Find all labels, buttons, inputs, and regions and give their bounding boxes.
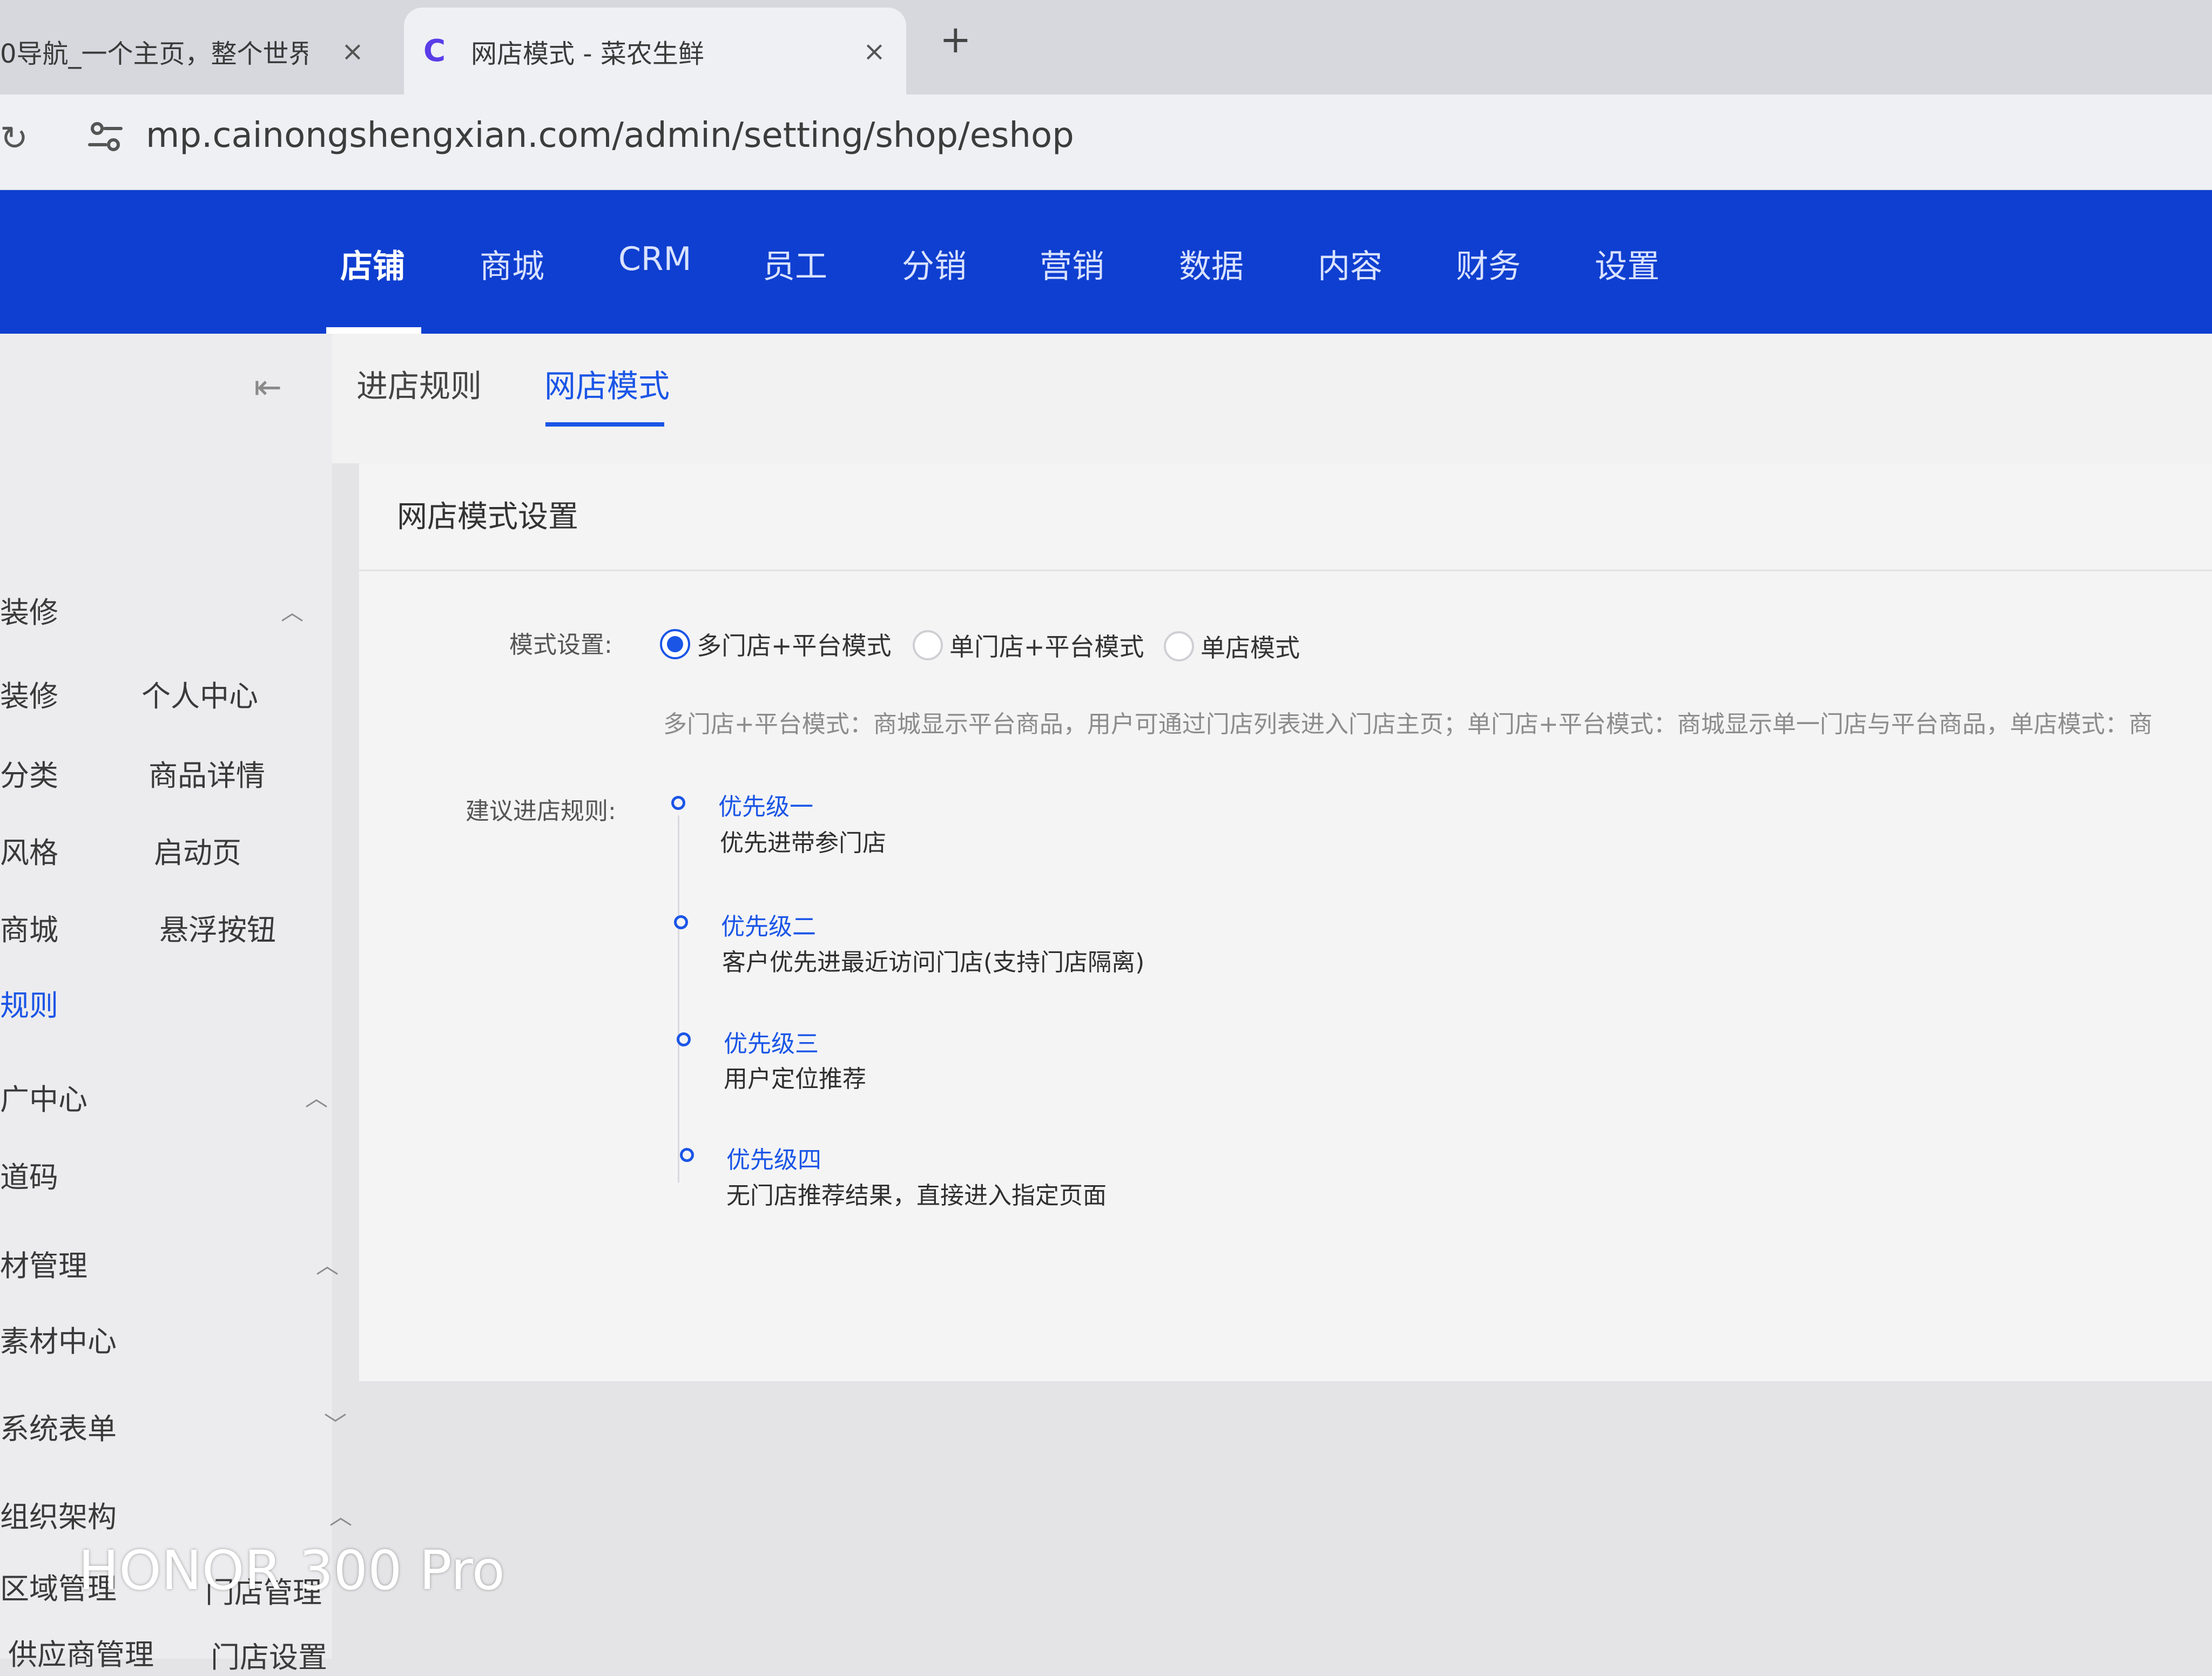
panel-divider [359,570,2212,571]
collapse-sidebar-icon[interactable]: ⇤ [254,367,282,407]
nav-item-mall[interactable]: 商城 [480,240,544,287]
tab-title: 网店模式 - 菜农生鲜 [471,38,704,69]
camera-watermark: HONOR 300 Pro [78,1539,505,1602]
tab-title: 0导航_一个主页，整个世界 [0,38,308,69]
panel-title: 网店模式设置 [397,499,578,535]
tab-close-icon[interactable]: × [341,38,364,65]
sidebar-group-system-forms[interactable]: 系统表单 [0,1405,117,1448]
timeline-line [678,815,679,1182]
nav-item-settings[interactable]: 设置 [1595,240,1660,287]
sidebar-item-style[interactable]: 风格 [0,829,58,871]
rule-priority-desc: 无门店推荐结果，直接进入指定页面 [726,1182,1107,1209]
mode-setting-label: 模式设置: [509,631,612,659]
rule-priority-title: 优先级一 [718,793,813,821]
sidebar-item-launch-page[interactable]: 启动页 [154,829,241,871]
sub-tab-active-indicator [545,422,664,427]
suggested-rules-label: 建议进店规则: [466,798,616,825]
nav-item-crm[interactable]: CRM [618,240,691,278]
nav-item-marketing[interactable]: 营销 [1040,240,1104,287]
nav-item-staff[interactable]: 员工 [763,240,827,287]
radio-unchecked-icon [913,630,943,660]
sidebar-item-product-detail[interactable]: 商品详情 [149,752,265,794]
nav-item-finance[interactable]: 财务 [1456,240,1521,287]
rule-priority-title: 优先级二 [721,913,816,941]
radio-checked-icon [660,629,690,659]
chevron-down-icon[interactable]: ﹀ [324,1407,347,1440]
settings-panel [359,463,2212,1381]
sidebar-item-channel-code[interactable]: 道码 [0,1153,58,1196]
radio-label: 多门店+平台模式 [697,631,892,660]
rule-priority-desc: 用户定位推荐 [724,1065,866,1093]
sidebar-item-mall[interactable]: 商城 [0,906,58,949]
nav-item-distribution[interactable]: 分销 [902,240,967,287]
timeline-dot-icon [677,1032,691,1046]
radio-single-store[interactable]: 单店模式 [1164,628,1300,664]
sidebar-group-organization[interactable]: 组织架构 [0,1493,117,1536]
sidebar-item-supplier-management[interactable]: 供应商管理 [8,1631,154,1673]
browser-tab-eshop[interactable]: C 网店模式 - 菜农生鲜 × [404,8,906,94]
chevron-up-icon[interactable]: ︿ [329,1498,352,1531]
timeline-dot-icon [671,796,685,810]
site-settings-icon[interactable] [86,118,124,156]
nav-item-shop[interactable]: 店铺 [340,240,405,287]
browser-tab-navigation[interactable]: 0导航_一个主页，整个世界 × [0,8,400,94]
timeline-dot-icon [680,1148,694,1162]
rule-priority-title: 优先级三 [724,1030,819,1058]
rule-priority-desc: 优先进带参门店 [720,829,886,857]
radio-label: 单店模式 [1201,633,1300,663]
nav-item-data[interactable]: 数据 [1179,240,1244,287]
new-tab-button[interactable]: + [940,21,972,58]
radio-unchecked-icon [1164,631,1194,661]
nav-active-indicator [326,327,421,334]
top-navigation-bar [0,190,2212,334]
radio-label: 单门店+平台模式 [949,632,1144,661]
sidebar-item-rules[interactable]: 规则 [0,982,58,1024]
sidebar-item-decoration[interactable]: 装修 [0,672,58,715]
sidebar-group-promotion-center[interactable]: 广中心 [0,1076,87,1118]
tab-online-store-mode[interactable]: 网店模式 [544,361,670,406]
nav-item-content[interactable]: 内容 [1318,240,1382,287]
radio-single-store-platform[interactable]: 单门店+平台模式 [913,627,1144,663]
sidebar-item-personal-center[interactable]: 个人中心 [141,672,258,715]
rule-priority-desc: 客户优先进最近访问门店(支持门店隔离) [722,949,1145,976]
reload-icon[interactable]: ↻ [0,121,28,155]
tab-close-icon[interactable]: × [863,38,886,65]
chevron-up-icon[interactable]: ︿ [281,594,304,627]
chevron-up-icon[interactable]: ︿ [316,1247,339,1280]
sidebar-item-material-center[interactable]: 素材中心 [0,1317,117,1360]
mode-description: 多门店+平台模式：商城显示平台商品，用户可通过门店列表进入门店主页；单门店+平台… [663,711,2153,738]
site-favicon-icon: C [423,33,446,69]
sidebar-item-float-button[interactable]: 悬浮按钮 [159,906,276,949]
tab-store-entry-rules[interactable]: 进店规则 [356,361,482,406]
rule-priority-title: 优先级四 [726,1146,821,1174]
chevron-up-icon[interactable]: ︿ [305,1080,328,1113]
sidebar-item-store-settings[interactable]: 门店设置 [211,1633,327,1676]
sidebar-group-decoration[interactable]: 装修 [0,589,58,631]
timeline-dot-icon [674,915,688,929]
address-bar-url[interactable]: mp.cainongshengxian.com/admin/setting/sh… [146,116,1074,156]
radio-multi-store-platform[interactable]: 多门店+平台模式 [660,626,892,662]
sidebar-group-material-management[interactable]: 材管理 [0,1242,87,1285]
sidebar-item-category[interactable]: 分类 [0,752,58,794]
